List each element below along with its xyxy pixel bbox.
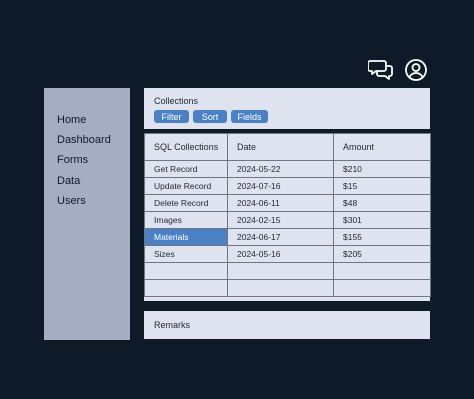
table-cell[interactable]: $210 bbox=[333, 160, 431, 178]
table-row-selected[interactable]: Materials 2024-06-17 $155 bbox=[144, 228, 431, 246]
table-cell[interactable] bbox=[227, 279, 334, 297]
table-cell[interactable]: 2024-05-16 bbox=[227, 245, 334, 263]
table-cell[interactable] bbox=[333, 279, 431, 297]
table-row[interactable]: Images 2024-02-15 $301 bbox=[144, 211, 431, 229]
filter-button[interactable]: Filter bbox=[154, 110, 189, 123]
sidebar-item-users[interactable]: Users bbox=[57, 194, 86, 208]
table-cell[interactable]: $48 bbox=[333, 194, 431, 212]
user-circle-icon[interactable] bbox=[404, 58, 428, 82]
table-cell[interactable]: $15 bbox=[333, 177, 431, 195]
sidebar: Home Dashboard Forms Data Users bbox=[44, 88, 130, 340]
table-cell[interactable]: Sizes bbox=[144, 245, 228, 263]
collections-title: Collections bbox=[154, 96, 199, 106]
table-cell[interactable]: 2024-06-17 bbox=[227, 228, 334, 246]
sidebar-item-dashboard[interactable]: Dashboard bbox=[57, 133, 111, 147]
table-row[interactable]: Delete Record 2024-06-11 $48 bbox=[144, 194, 431, 212]
table-row[interactable]: Get Record 2024-05-22 $210 bbox=[144, 160, 431, 178]
column-header-date[interactable]: Date bbox=[227, 133, 334, 161]
table-cell[interactable]: $205 bbox=[333, 245, 431, 263]
collections-panel: Collections Filter Sort Fields bbox=[144, 88, 430, 129]
column-header-amount[interactable]: Amount bbox=[333, 133, 431, 161]
table-cell[interactable]: 2024-02-15 bbox=[227, 211, 334, 229]
sidebar-item-data[interactable]: Data bbox=[57, 174, 80, 188]
table-panel: SQL Collections Date Amount Get Record 2… bbox=[144, 133, 431, 301]
table-row[interactable]: Update Record 2024-07-16 $15 bbox=[144, 177, 431, 195]
table-cell[interactable] bbox=[144, 262, 228, 280]
table-cell[interactable]: 2024-06-11 bbox=[227, 194, 334, 212]
sort-button[interactable]: Sort bbox=[193, 110, 227, 123]
remarks-panel[interactable]: Remarks bbox=[144, 311, 430, 339]
table-row-empty[interactable] bbox=[144, 262, 431, 280]
table-cell[interactable]: Get Record bbox=[144, 160, 228, 178]
table-cell[interactable] bbox=[227, 262, 334, 280]
chat-bubbles-icon[interactable] bbox=[367, 58, 394, 82]
table-cell[interactable]: Delete Record bbox=[144, 194, 228, 212]
collections-table: SQL Collections Date Amount Get Record 2… bbox=[144, 133, 431, 297]
table-cell[interactable]: Update Record bbox=[144, 177, 228, 195]
sidebar-item-forms[interactable]: Forms bbox=[57, 153, 88, 167]
sidebar-item-home[interactable]: Home bbox=[57, 113, 86, 127]
app-root: Home Dashboard Forms Data Users Collecti… bbox=[0, 0, 474, 399]
table-row[interactable]: Sizes 2024-05-16 $205 bbox=[144, 245, 431, 263]
table-cell[interactable] bbox=[333, 262, 431, 280]
table-cell[interactable]: $301 bbox=[333, 211, 431, 229]
top-toolbar bbox=[367, 58, 430, 82]
table-cell[interactable]: 2024-07-16 bbox=[227, 177, 334, 195]
table-cell[interactable]: $155 bbox=[333, 228, 431, 246]
table-cell[interactable]: 2024-05-22 bbox=[227, 160, 334, 178]
fields-button[interactable]: Fields bbox=[231, 110, 268, 123]
table-cell-selected[interactable]: Materials bbox=[144, 228, 228, 246]
table-cell[interactable]: Images bbox=[144, 211, 228, 229]
table-row-empty[interactable] bbox=[144, 279, 431, 297]
remarks-label: Remarks bbox=[154, 320, 191, 330]
table-cell[interactable] bbox=[144, 279, 228, 297]
table-header-row: SQL Collections Date Amount bbox=[144, 133, 431, 161]
column-header-sql-collections[interactable]: SQL Collections bbox=[144, 133, 228, 161]
